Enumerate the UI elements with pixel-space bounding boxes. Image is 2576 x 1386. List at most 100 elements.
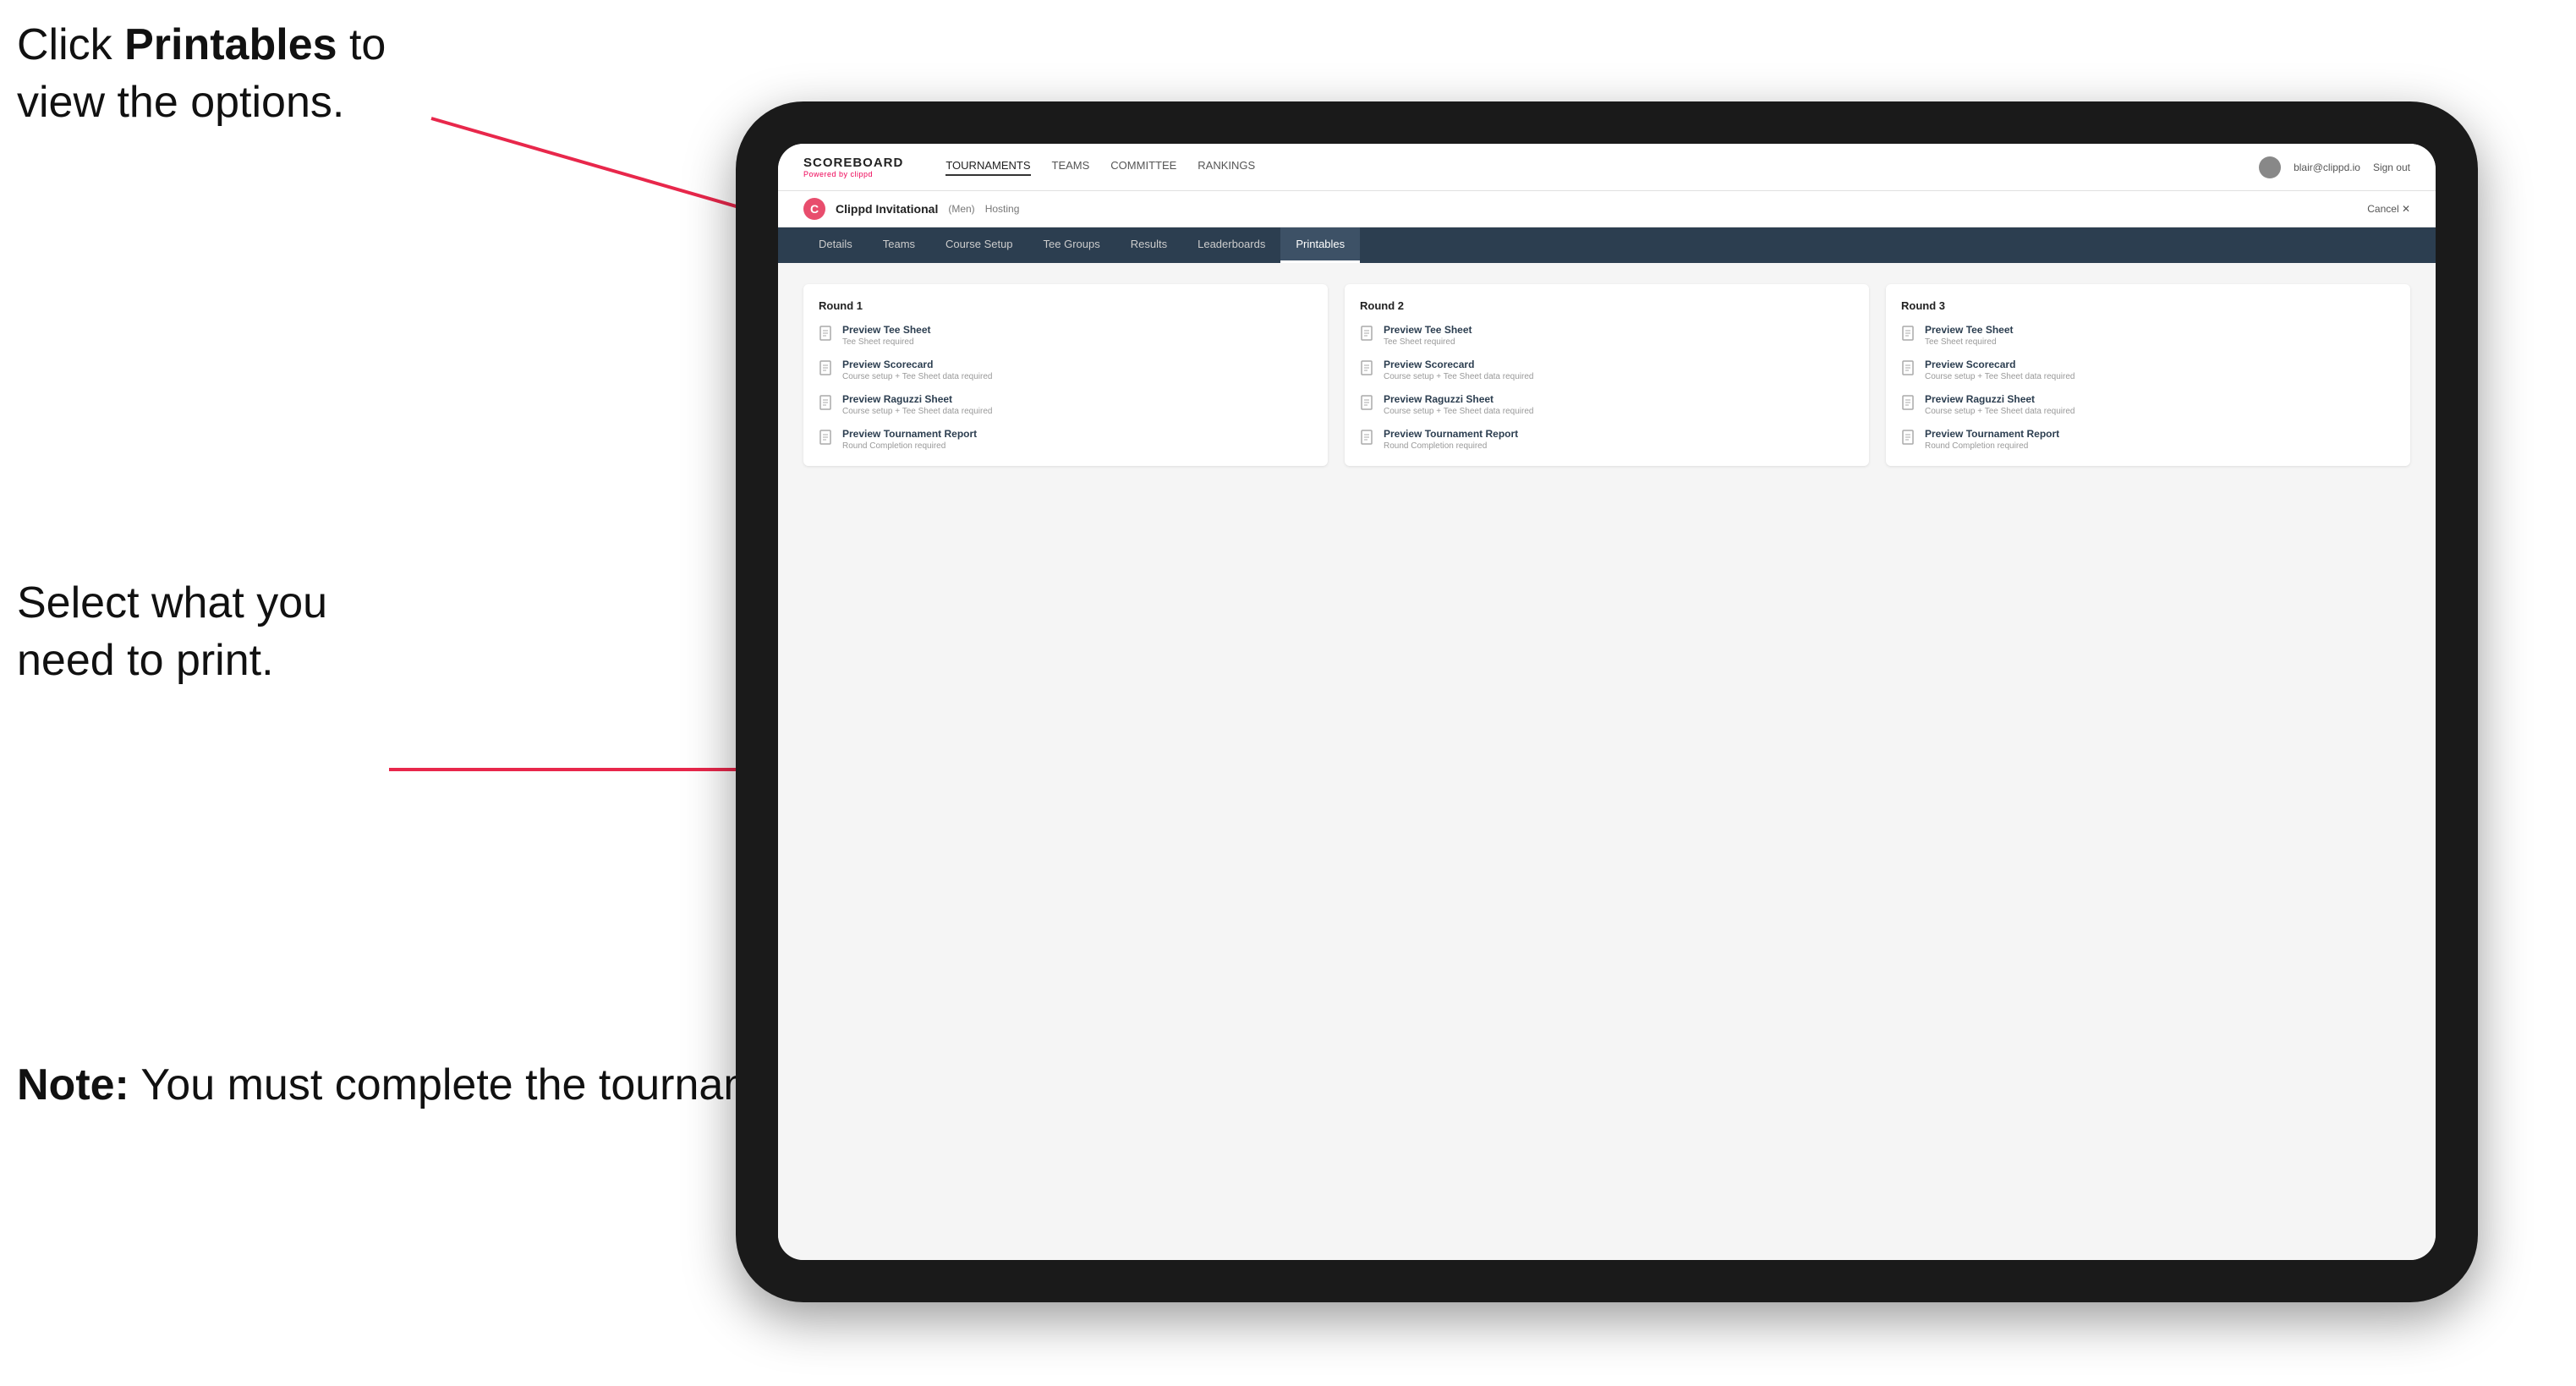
round2-tee-sheet-sub: Tee Sheet required xyxy=(1384,337,1472,347)
round1-scorecard-sub: Course setup + Tee Sheet data required xyxy=(842,372,992,381)
tournament-status: Hosting xyxy=(985,203,1020,215)
round3-scorecard-title: Preview Scorecard xyxy=(1925,359,2075,370)
round2-tee-sheet-text: Preview Tee Sheet Tee Sheet required xyxy=(1384,324,1472,347)
round2-scorecard-sub: Course setup + Tee Sheet data required xyxy=(1384,372,1533,381)
round3-scorecard[interactable]: Preview Scorecard Course setup + Tee She… xyxy=(1901,359,2395,381)
round3-scorecard-text: Preview Scorecard Course setup + Tee She… xyxy=(1925,359,2075,381)
annotation-top: Click Printables to view the options. xyxy=(17,17,386,131)
document-icon xyxy=(819,326,834,342)
tab-course-setup[interactable]: Course Setup xyxy=(930,227,1028,263)
nav-tournaments[interactable]: TOURNAMENTS xyxy=(945,159,1030,176)
round2-raguzzi[interactable]: Preview Raguzzi Sheet Course setup + Tee… xyxy=(1360,393,1854,416)
main-content: Round 1 Preview Tee Sheet Tee Sheet requ… xyxy=(778,263,2436,1260)
round2-scorecard-title: Preview Scorecard xyxy=(1384,359,1533,370)
tournament-tag: (Men) xyxy=(948,203,974,215)
top-nav-right: blair@clippd.io Sign out xyxy=(2259,156,2410,178)
nav-committee[interactable]: COMMITTEE xyxy=(1110,159,1176,176)
round2-tee-sheet[interactable]: Preview Tee Sheet Tee Sheet required xyxy=(1360,324,1854,347)
tab-printables[interactable]: Printables xyxy=(1280,227,1360,263)
round1-tee-sheet-sub: Tee Sheet required xyxy=(842,337,931,347)
round1-raguzzi[interactable]: Preview Raguzzi Sheet Course setup + Tee… xyxy=(819,393,1313,416)
user-email: blair@clippd.io xyxy=(2294,162,2360,173)
round-3-title: Round 3 xyxy=(1901,299,2395,312)
annotation-top-suffix: to xyxy=(337,20,386,69)
round2-scorecard-text: Preview Scorecard Course setup + Tee She… xyxy=(1384,359,1533,381)
doc-icon-r3-4 xyxy=(1901,430,1916,446)
cancel-button[interactable]: Cancel ✕ xyxy=(2367,203,2410,215)
tab-leaderboards[interactable]: Leaderboards xyxy=(1182,227,1280,263)
document-icon-3 xyxy=(819,395,834,412)
round-3-section: Round 3 Preview Tee Sheet Tee Sheet requ… xyxy=(1886,284,2410,466)
round1-tee-sheet-title: Preview Tee Sheet xyxy=(842,324,931,336)
round2-report-sub: Round Completion required xyxy=(1384,441,1518,451)
annotation-middle: Select what you need to print. xyxy=(17,575,327,689)
round2-raguzzi-text: Preview Raguzzi Sheet Course setup + Tee… xyxy=(1384,393,1533,416)
round1-scorecard[interactable]: Preview Scorecard Course setup + Tee She… xyxy=(819,359,1313,381)
round-1-section: Round 1 Preview Tee Sheet Tee Sheet requ… xyxy=(803,284,1328,466)
top-nav-links: TOURNAMENTS TEAMS COMMITTEE RANKINGS xyxy=(945,159,2233,176)
round2-scorecard[interactable]: Preview Scorecard Course setup + Tee She… xyxy=(1360,359,1854,381)
round3-raguzzi-text: Preview Raguzzi Sheet Course setup + Tee… xyxy=(1925,393,2075,416)
round3-report-title: Preview Tournament Report xyxy=(1925,428,2059,440)
doc-icon-r2-2 xyxy=(1360,360,1375,377)
round1-tee-sheet-text: Preview Tee Sheet Tee Sheet required xyxy=(842,324,931,347)
round1-report-text: Preview Tournament Report Round Completi… xyxy=(842,428,977,451)
round3-tee-sheet-title: Preview Tee Sheet xyxy=(1925,324,2014,336)
round-2-title: Round 2 xyxy=(1360,299,1854,312)
round2-report-title: Preview Tournament Report xyxy=(1384,428,1518,440)
round2-tee-sheet-title: Preview Tee Sheet xyxy=(1384,324,1472,336)
tab-teams[interactable]: Teams xyxy=(868,227,930,263)
annotation-bottom-bold: Note: xyxy=(17,1060,129,1109)
tablet-screen: SCOREBOARD Powered by clippd TOURNAMENTS… xyxy=(778,144,2436,1260)
annotation-middle-line2: need to print. xyxy=(17,636,274,685)
round3-tee-sheet-text: Preview Tee Sheet Tee Sheet required xyxy=(1925,324,2014,347)
logo-sub: Powered by clippd xyxy=(803,170,903,178)
round3-raguzzi[interactable]: Preview Raguzzi Sheet Course setup + Tee… xyxy=(1901,393,2395,416)
round1-raguzzi-title: Preview Raguzzi Sheet xyxy=(842,393,992,405)
sign-out-link[interactable]: Sign out xyxy=(2373,162,2410,173)
tab-details[interactable]: Details xyxy=(803,227,868,263)
round3-report-sub: Round Completion required xyxy=(1925,441,2059,451)
logo-title: SCOREBOARD xyxy=(803,156,903,170)
doc-icon-r3-1 xyxy=(1901,326,1916,342)
round2-raguzzi-sub: Course setup + Tee Sheet data required xyxy=(1384,407,1533,416)
tab-tee-groups[interactable]: Tee Groups xyxy=(1028,227,1115,263)
logo-area: SCOREBOARD Powered by clippd xyxy=(803,156,903,178)
round1-raguzzi-sub: Course setup + Tee Sheet data required xyxy=(842,407,992,416)
round3-raguzzi-sub: Course setup + Tee Sheet data required xyxy=(1925,407,2075,416)
annotation-top-bold: Printables xyxy=(124,20,337,69)
doc-icon-r2-1 xyxy=(1360,326,1375,342)
round1-tournament-report[interactable]: Preview Tournament Report Round Completi… xyxy=(819,428,1313,451)
doc-icon-r3-3 xyxy=(1901,395,1916,412)
round2-raguzzi-title: Preview Raguzzi Sheet xyxy=(1384,393,1533,405)
tournament-name[interactable]: Clippd Invitational xyxy=(836,202,938,216)
rounds-grid: Round 1 Preview Tee Sheet Tee Sheet requ… xyxy=(803,284,2410,466)
tournament-bar: C Clippd Invitational (Men) Hosting Canc… xyxy=(778,191,2436,227)
annotation-top-line3: view the options. xyxy=(17,78,344,127)
round3-raguzzi-title: Preview Raguzzi Sheet xyxy=(1925,393,2075,405)
round1-scorecard-title: Preview Scorecard xyxy=(842,359,992,370)
round3-tee-sheet-sub: Tee Sheet required xyxy=(1925,337,2014,347)
tablet-device: SCOREBOARD Powered by clippd TOURNAMENTS… xyxy=(736,101,2478,1302)
annotation-middle-line1: Select what you xyxy=(17,578,327,627)
annotation-top-prefix: Click xyxy=(17,20,124,69)
nav-teams[interactable]: TEAMS xyxy=(1052,159,1090,176)
round3-tee-sheet[interactable]: Preview Tee Sheet Tee Sheet required xyxy=(1901,324,2395,347)
round3-tournament-report[interactable]: Preview Tournament Report Round Completi… xyxy=(1901,428,2395,451)
document-icon-2 xyxy=(819,360,834,377)
round1-report-title: Preview Tournament Report xyxy=(842,428,977,440)
nav-rankings[interactable]: RANKINGS xyxy=(1198,159,1255,176)
round3-report-text: Preview Tournament Report Round Completi… xyxy=(1925,428,2059,451)
doc-icon-r2-3 xyxy=(1360,395,1375,412)
round2-tournament-report[interactable]: Preview Tournament Report Round Completi… xyxy=(1360,428,1854,451)
top-nav: SCOREBOARD Powered by clippd TOURNAMENTS… xyxy=(778,144,2436,191)
round1-scorecard-text: Preview Scorecard Course setup + Tee She… xyxy=(842,359,992,381)
doc-icon-r3-2 xyxy=(1901,360,1916,377)
tab-results[interactable]: Results xyxy=(1115,227,1182,263)
round-1-title: Round 1 xyxy=(819,299,1313,312)
sub-nav: Details Teams Course Setup Tee Groups Re… xyxy=(778,227,2436,263)
round1-tee-sheet[interactable]: Preview Tee Sheet Tee Sheet required xyxy=(819,324,1313,347)
user-avatar xyxy=(2259,156,2281,178)
tournament-icon: C xyxy=(803,198,825,220)
round1-report-sub: Round Completion required xyxy=(842,441,977,451)
